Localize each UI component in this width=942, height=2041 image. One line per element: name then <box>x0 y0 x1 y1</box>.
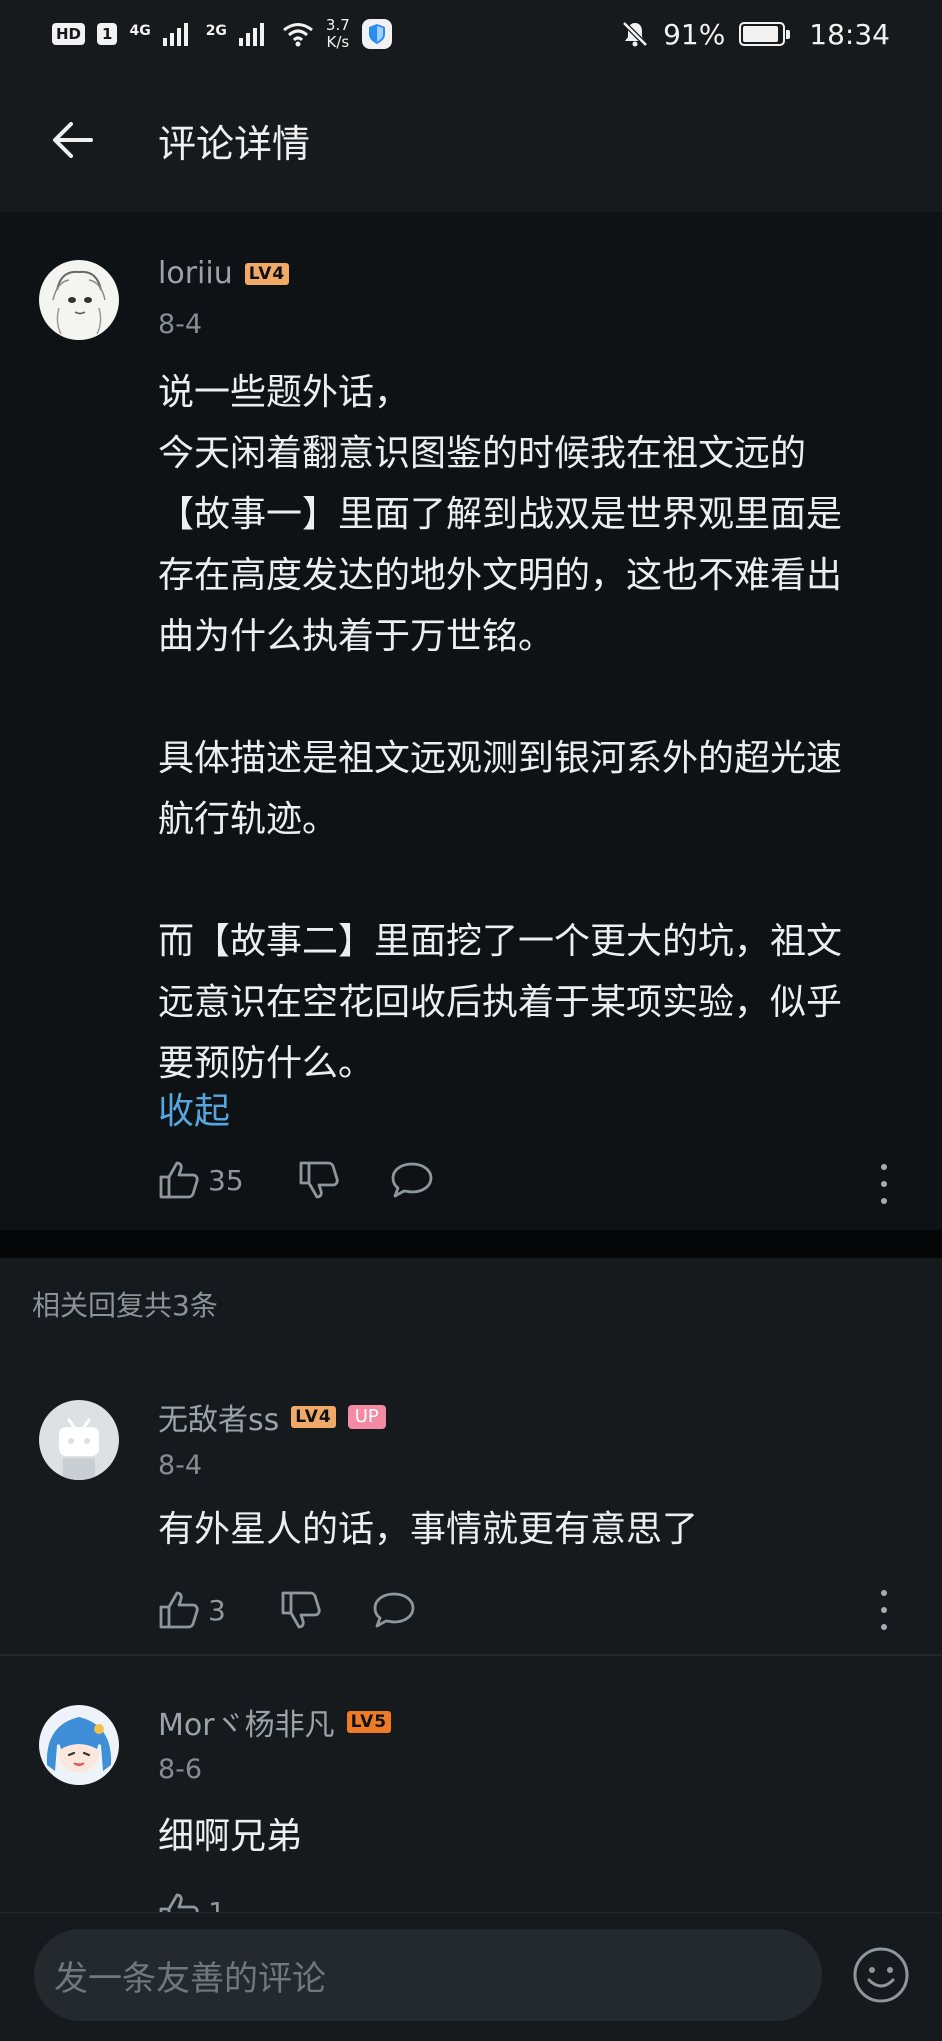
more-icon[interactable] <box>874 1590 894 1630</box>
battery-fill <box>743 26 778 42</box>
comment-actions: 35 <box>158 1160 434 1200</box>
like-count: 35 <box>208 1163 244 1197</box>
anime-avatar-icon <box>46 1717 112 1772</box>
net-speed-value: 3.7 <box>325 16 350 34</box>
reply-divider <box>0 1654 942 1656</box>
level-badge: LV4 <box>291 1406 336 1428</box>
status-bar: HD 1 4G 2G 3.7 K/s 91% 18:34 <box>0 0 942 68</box>
comment-line: 曲为什么执着于万世铭。 <box>158 616 555 657</box>
avatar-sketch-icon <box>52 270 106 335</box>
shield-icon <box>361 19 392 49</box>
clock: 18:34 <box>809 17 890 51</box>
comment-author[interactable]: loriiu LV4 <box>158 256 290 291</box>
like-button[interactable]: 35 <box>158 1160 244 1200</box>
comment-input[interactable]: 发一条友善的评论 <box>34 1929 822 2021</box>
level-badge: LV4 <box>244 262 290 285</box>
net-speed-unit: K/s <box>326 33 350 51</box>
dislike-button[interactable] <box>280 1590 322 1630</box>
reply-author[interactable]: 无敌者ss LV4 UP <box>158 1395 386 1439</box>
emoji-icon <box>853 1947 909 2003</box>
reply-button[interactable] <box>372 1591 416 1629</box>
like-icon <box>159 1161 199 1199</box>
dislike-button[interactable] <box>298 1160 340 1200</box>
author-name[interactable]: 无敌者ss <box>158 1395 279 1439</box>
avatar[interactable] <box>39 1705 119 1785</box>
comment-icon <box>391 1162 433 1198</box>
comment-line: 而【故事二】里面挖了一个更大的坑，祖文 <box>158 921 843 962</box>
reply-date: 8-6 <box>158 1754 203 1785</box>
wifi-icon <box>282 23 313 47</box>
reply-text: 细啊兄弟 <box>158 1816 303 1857</box>
dislike-icon <box>281 1591 321 1629</box>
like-count: 3 <box>208 1593 226 1627</box>
collapse-link[interactable]: 收起 <box>158 1082 230 1134</box>
default-avatar-icon <box>59 1418 99 1480</box>
reply-author[interactable]: Morヾ杨非凡 LV5 <box>158 1700 392 1744</box>
mute-icon <box>622 21 648 47</box>
net-speed: 3.7 K/s <box>326 17 350 51</box>
comment-line: 航行轨迹。 <box>158 799 339 840</box>
author-name[interactable]: Morヾ杨非凡 <box>158 1700 335 1744</box>
level-badge: LV5 <box>346 1711 392 1733</box>
up-badge: UP <box>347 1405 386 1429</box>
top-app-bar: 评论详情 <box>0 68 942 212</box>
reply-text: 有外星人的话，事情就更有意思了 <box>158 1509 699 1550</box>
like-button[interactable]: 3 <box>158 1590 226 1630</box>
hd-indicator: HD <box>52 23 86 45</box>
section-divider <box>0 1230 942 1258</box>
emoji-button[interactable] <box>852 1946 910 2004</box>
comment-icon <box>373 1592 415 1628</box>
comment-line: 说一些题外话， <box>158 372 411 413</box>
sim-indicator: 1 <box>97 23 118 45</box>
comment-line: 远意识在空花回收后执着于某项实验，似乎 <box>158 982 843 1023</box>
reply-button[interactable] <box>390 1161 434 1199</box>
battery-percent: 91% <box>663 17 726 51</box>
comment-line: 今天闲着翻意识图鉴的时候我在祖文远的 <box>158 433 807 474</box>
dislike-icon <box>299 1161 339 1199</box>
comment-line: 存在高度发达的地外文明的，这也不难看出 <box>158 555 843 596</box>
more-icon[interactable] <box>874 1164 894 1204</box>
comment-date: 8-4 <box>158 309 203 340</box>
author-name[interactable]: loriiu <box>158 256 233 291</box>
page-title: 评论详情 <box>158 121 311 166</box>
comment-body: 说一些题外话， 今天闲着翻意识图鉴的时候我在祖文远的 【故事一】里面了解到战双是世界… <box>158 362 918 1094</box>
battery-icon <box>739 22 791 46</box>
replies-count: 相关回复共3条 <box>32 1289 218 1322</box>
avatar[interactable] <box>39 260 119 340</box>
comment-line: 【故事一】里面了解到战双是世界观里面是 <box>158 494 843 535</box>
like-icon <box>159 1591 199 1629</box>
back-arrow-icon <box>53 122 93 158</box>
signal2-icon <box>238 22 264 46</box>
reply-date: 8-4 <box>158 1450 203 1481</box>
net2-label: 2G <box>205 23 227 39</box>
signal1-icon <box>162 22 188 46</box>
reply-actions: 3 <box>158 1590 416 1630</box>
back-button[interactable] <box>36 103 110 177</box>
comment-line: 具体描述是祖文远观测到银河系外的超光速 <box>158 738 843 779</box>
net1-label: 4G <box>129 23 151 39</box>
comment-line: 要预防什么。 <box>158 1043 375 1084</box>
avatar[interactable] <box>39 1400 119 1480</box>
